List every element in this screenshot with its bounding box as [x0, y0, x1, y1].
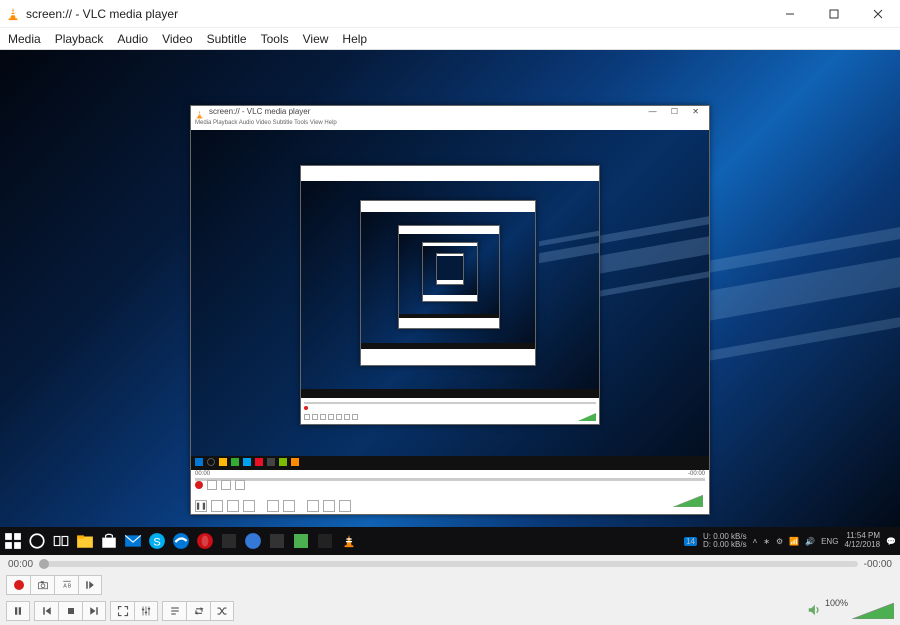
- minimize-button[interactable]: [768, 0, 812, 27]
- camera-icon: [37, 579, 49, 591]
- seek-bar-row: 00:00 -00:00: [0, 555, 900, 573]
- atob-icon: AB: [61, 579, 73, 591]
- playlist-button[interactable]: [162, 601, 186, 621]
- remaining-time[interactable]: -00:00: [864, 559, 892, 570]
- start-button-icon: [4, 532, 22, 550]
- tray-badge: 14: [684, 537, 697, 546]
- menu-video[interactable]: Video: [162, 32, 192, 46]
- record-icon: [14, 580, 24, 590]
- window-title: screen:// - VLC media player: [26, 7, 768, 21]
- store-icon: [100, 532, 118, 550]
- volume-slider[interactable]: [852, 603, 894, 619]
- menu-media[interactable]: Media: [8, 32, 41, 46]
- extended-settings-button[interactable]: [134, 601, 158, 621]
- vlc-cone-icon: [6, 7, 20, 21]
- captured-windows-taskbar: S 14 U: 0.00 kB/s D: 0.00 kB/s ˄ ∗ ⚙ 📶 🔊…: [0, 527, 900, 555]
- tray-network-icon: ⚙: [776, 537, 783, 546]
- app-icon: [220, 532, 238, 550]
- speaker-icon[interactable]: [807, 603, 821, 620]
- menu-audio[interactable]: Audio: [117, 32, 148, 46]
- playlist-icon: [169, 605, 181, 617]
- skip-back-icon: [41, 605, 53, 617]
- maximize-button[interactable]: [812, 0, 856, 27]
- menu-help[interactable]: Help: [342, 32, 367, 46]
- menubar: Media Playback Audio Video Subtitle Tool…: [0, 28, 900, 50]
- nested-menubar: Media Playback Audio Video Subtitle Tool…: [191, 119, 709, 130]
- snapshot-button[interactable]: [30, 575, 54, 595]
- close-button[interactable]: [856, 0, 900, 27]
- video-area[interactable]: screen:// - VLC media player — ☐ ✕ Media…: [0, 50, 900, 555]
- svg-text:A: A: [63, 583, 67, 589]
- loop-button[interactable]: [186, 601, 210, 621]
- nested-vlc-window: [436, 253, 464, 285]
- titlebar: screen:// - VLC media player: [0, 0, 900, 28]
- shuffle-icon: [216, 605, 228, 617]
- svg-text:S: S: [153, 537, 161, 549]
- shuffle-button[interactable]: [210, 601, 234, 621]
- tray-volume-icon: 🔊: [805, 537, 815, 546]
- loop-icon: [193, 605, 205, 617]
- task-view-icon: [52, 532, 70, 550]
- volume-label: 100%: [825, 598, 848, 608]
- fullscreen-button[interactable]: [110, 601, 134, 621]
- vlc-taskbar-icon: [340, 532, 358, 550]
- tray-lang: ENG: [821, 537, 838, 546]
- skype-icon: S: [148, 532, 166, 550]
- app-icon: [316, 532, 334, 550]
- menu-subtitle[interactable]: Subtitle: [207, 32, 247, 46]
- loop-ab-button[interactable]: AB: [54, 575, 78, 595]
- edge-icon: [172, 532, 190, 550]
- menu-view[interactable]: View: [303, 32, 329, 46]
- nested-taskbar: [191, 456, 709, 470]
- play-pause-button[interactable]: [6, 601, 30, 621]
- system-tray: 14 U: 0.00 kB/s D: 0.00 kB/s ˄ ∗ ⚙ 📶 🔊 E…: [684, 532, 896, 550]
- skip-forward-icon: [88, 605, 100, 617]
- menu-tools[interactable]: Tools: [261, 32, 289, 46]
- file-explorer-icon: [76, 532, 94, 550]
- svg-text:B: B: [67, 583, 71, 589]
- record-button[interactable]: [6, 575, 30, 595]
- cortana-icon: [28, 532, 46, 550]
- equalizer-icon: [140, 605, 152, 617]
- frame-step-button[interactable]: [78, 575, 102, 595]
- window-buttons: [768, 0, 900, 27]
- previous-button[interactable]: [34, 601, 58, 621]
- qbittorrent-icon: [244, 532, 262, 550]
- tray-notifications-icon: 💬: [886, 537, 896, 546]
- pause-icon: [12, 605, 24, 617]
- stop-icon: [65, 605, 77, 617]
- stop-button[interactable]: [58, 601, 82, 621]
- next-button[interactable]: [82, 601, 106, 621]
- app-icon: [268, 532, 286, 550]
- mail-icon: [124, 532, 142, 550]
- tray-wifi-icon: 📶: [789, 537, 799, 546]
- elapsed-time: 00:00: [8, 559, 33, 570]
- advanced-toolbar: AB: [0, 573, 900, 597]
- menu-playback[interactable]: Playback: [55, 32, 104, 46]
- app-icon: [292, 532, 310, 550]
- tray-clock: 11:54 PM 4/12/2018: [844, 532, 880, 550]
- seek-slider[interactable]: [39, 561, 858, 567]
- opera-icon: [196, 532, 214, 550]
- frame-step-icon: [84, 579, 96, 591]
- tray-bluetooth-icon: ∗: [763, 537, 770, 546]
- volume-control: 100%: [807, 603, 894, 620]
- tray-chevron-icon: ˄: [753, 537, 758, 546]
- fullscreen-icon: [117, 605, 129, 617]
- nested-window-title: screen:// - VLC media player: [209, 107, 310, 116]
- main-toolbar: 100%: [0, 597, 900, 625]
